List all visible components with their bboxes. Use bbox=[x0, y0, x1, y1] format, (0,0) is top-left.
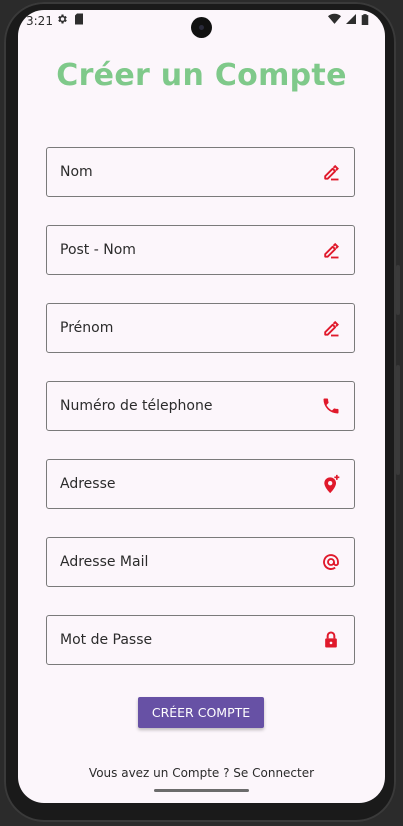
password-field[interactable]: Mot de Passe bbox=[46, 615, 355, 665]
email-field[interactable]: Adresse Mail bbox=[46, 537, 355, 587]
status-bar: 3:21 bbox=[18, 10, 385, 38]
nom-field[interactable]: Nom bbox=[46, 147, 355, 197]
email-label: Adresse Mail bbox=[60, 554, 149, 570]
gear-icon bbox=[58, 14, 67, 24]
nom-label: Nom bbox=[60, 164, 93, 180]
screen: 3:21 Créer un Compte Nom Post - Nom Prén… bbox=[18, 10, 385, 803]
sd-card-icon bbox=[75, 13, 83, 25]
create-account-button[interactable]: CRÉER COMPTE bbox=[138, 697, 264, 728]
signal-icon bbox=[346, 14, 356, 24]
adresse-field[interactable]: Adresse bbox=[46, 459, 355, 509]
front-camera bbox=[191, 17, 212, 38]
page-title: Créer un Compte bbox=[56, 58, 347, 93]
lock-icon bbox=[325, 631, 337, 648]
volume-button bbox=[396, 365, 400, 475]
password-label: Mot de Passe bbox=[60, 632, 153, 648]
phone-label: Numéro de télephone bbox=[60, 398, 213, 414]
power-button bbox=[396, 265, 400, 315]
adresse-label: Adresse bbox=[60, 476, 116, 492]
status-right-icons bbox=[328, 13, 369, 25]
post-nom-label: Post - Nom bbox=[60, 242, 136, 258]
post-nom-field[interactable]: Post - Nom bbox=[46, 225, 355, 275]
edit-icon bbox=[324, 242, 339, 259]
edit-icon bbox=[324, 320, 339, 337]
home-indicator[interactable] bbox=[154, 789, 249, 792]
battery-icon bbox=[361, 14, 369, 25]
login-link[interactable]: Vous avez un Compte ? Se Connecter bbox=[18, 766, 385, 780]
status-time: 3:21 bbox=[26, 14, 53, 28]
add-location-icon bbox=[324, 474, 340, 494]
phone-field[interactable]: Numéro de télephone bbox=[46, 381, 355, 431]
edit-icon bbox=[324, 164, 339, 181]
phone-icon bbox=[323, 398, 339, 414]
wifi-icon bbox=[328, 13, 341, 24]
prenom-label: Prénom bbox=[60, 320, 114, 336]
status-left-icons bbox=[56, 13, 84, 25]
prenom-field[interactable]: Prénom bbox=[46, 303, 355, 353]
at-icon bbox=[323, 554, 339, 570]
